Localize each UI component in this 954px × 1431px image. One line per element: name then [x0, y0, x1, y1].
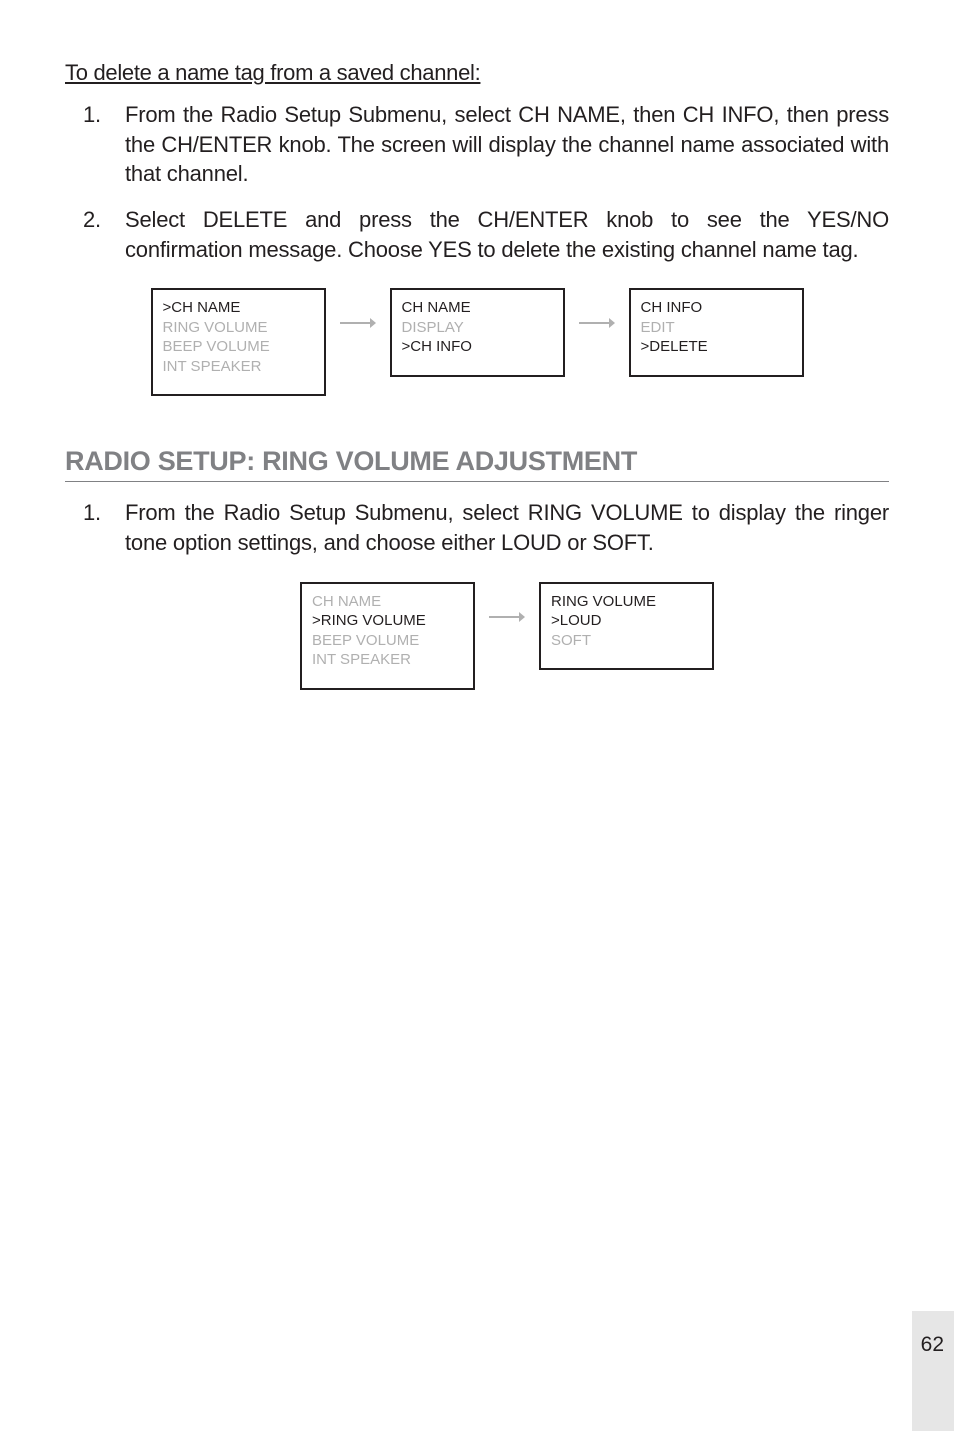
subheading: To delete a name tag from a saved channe…	[65, 60, 889, 86]
diagram-ring-flow: CH NAME >RING VOLUME BEEP VOLUME INT SPE…	[125, 582, 889, 690]
screen-box: CH INFO EDIT >DELETE	[629, 288, 804, 377]
page-number-tab	[912, 1311, 954, 1431]
screen-line: RING VOLUME	[163, 318, 314, 338]
screen-line: RING VOLUME	[551, 592, 702, 612]
screen-line: >LOUD	[551, 611, 702, 631]
list-text: From the Radio Setup Submenu, select CH …	[125, 102, 889, 186]
screen-line: EDIT	[641, 318, 792, 338]
screen-line: CH NAME	[402, 298, 553, 318]
screen-line: SOFT	[551, 631, 702, 651]
diagram-delete-flow: >CH NAME RING VOLUME BEEP VOLUME INT SPE…	[65, 288, 889, 396]
section-divider	[65, 481, 889, 482]
screen-line: INT SPEAKER	[163, 357, 314, 377]
delete-steps-list: 1. From the Radio Setup Submenu, select …	[65, 100, 889, 264]
list-text: From the Radio Setup Submenu, select RIN…	[125, 500, 889, 555]
screen-line: >DELETE	[641, 337, 792, 357]
arrow-right-icon	[489, 610, 525, 624]
screen-line: INT SPEAKER	[312, 650, 463, 670]
screen-line: CH INFO	[641, 298, 792, 318]
list-item: 2. Select DELETE and press the CH/ENTER …	[125, 205, 889, 264]
list-text: Select DELETE and press the CH/ENTER kno…	[125, 207, 889, 262]
screen-line: DISPLAY	[402, 318, 553, 338]
page-number: 62	[921, 1333, 944, 1357]
screen-box: CH NAME DISPLAY >CH INFO	[390, 288, 565, 377]
screen-line: >CH INFO	[402, 337, 553, 357]
arrow-right-icon	[579, 316, 615, 330]
screen-line: >RING VOLUME	[312, 611, 463, 631]
screen-line: >CH NAME	[163, 298, 314, 318]
list-item: 1. From the Radio Setup Submenu, select …	[125, 498, 889, 557]
screen-line: CH NAME	[312, 592, 463, 612]
list-number: 1.	[83, 100, 101, 130]
list-number: 2.	[83, 205, 101, 235]
ring-steps-list: 1. From the Radio Setup Submenu, select …	[65, 498, 889, 557]
section-heading: RADIO SETUP: RING VOLUME ADJUSTMENT	[65, 446, 889, 477]
screen-box: >CH NAME RING VOLUME BEEP VOLUME INT SPE…	[151, 288, 326, 396]
screen-line: BEEP VOLUME	[312, 631, 463, 651]
screen-line: BEEP VOLUME	[163, 337, 314, 357]
list-item: 1. From the Radio Setup Submenu, select …	[125, 100, 889, 189]
list-number: 1.	[83, 498, 101, 528]
screen-box: CH NAME >RING VOLUME BEEP VOLUME INT SPE…	[300, 582, 475, 690]
screen-box: RING VOLUME >LOUD SOFT	[539, 582, 714, 671]
arrow-right-icon	[340, 316, 376, 330]
